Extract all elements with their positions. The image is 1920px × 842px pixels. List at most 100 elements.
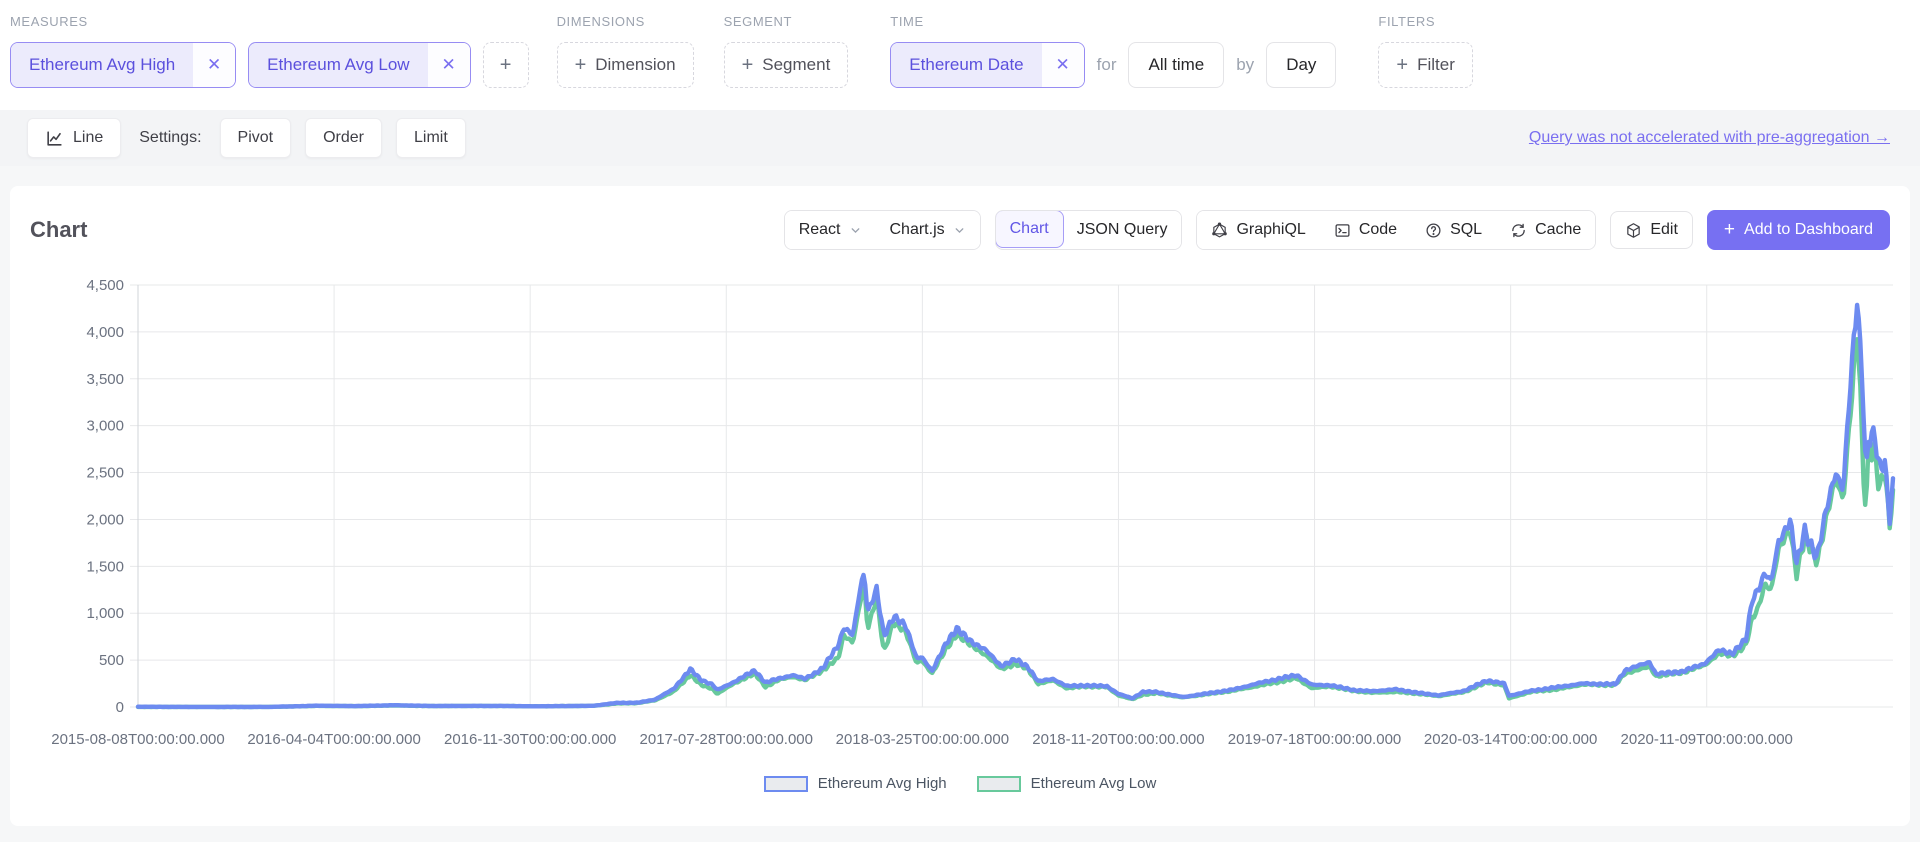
measure-chip-ethereum-avg-low[interactable]: Ethereum Avg Low ✕: [248, 42, 470, 88]
x-tick-label: 2018-03-25T00:00:00.000: [836, 731, 1009, 748]
add-filter-button[interactable]: + Filter: [1378, 42, 1472, 88]
legend-item-avg-low[interactable]: Ethereum Avg Low: [977, 775, 1157, 792]
x-tick-label: 2020-11-09T00:00:00.000: [1621, 731, 1793, 748]
dimensions-section: DIMENSIONS + Dimension: [557, 14, 694, 88]
limit-button[interactable]: Limit: [396, 118, 466, 158]
y-tick-label: 2,000: [86, 511, 124, 528]
cache-button[interactable]: Cache: [1496, 211, 1595, 249]
add-to-dashboard-button[interactable]: + Add to Dashboard: [1707, 210, 1890, 250]
add-dimension-button[interactable]: + Dimension: [557, 42, 694, 88]
legend-item-avg-high[interactable]: Ethereum Avg High: [764, 775, 947, 792]
date-range-button[interactable]: All time: [1128, 42, 1224, 88]
y-tick-label: 4,500: [86, 277, 124, 294]
x-tick-label: 2015-08-08T00:00:00.000: [51, 731, 224, 748]
line-chart-icon: [45, 129, 64, 148]
measure-chip-ethereum-avg-high[interactable]: Ethereum Avg High ✕: [10, 42, 236, 88]
y-tick-label: 3,500: [86, 371, 124, 388]
legend-label: Ethereum Avg Low: [1031, 775, 1157, 792]
segment-label: SEGMENT: [724, 14, 849, 29]
x-tick-label: 2016-11-30T00:00:00.000: [444, 731, 616, 748]
by-word: by: [1236, 55, 1254, 75]
x-tick-label: 2019-07-18T00:00:00.000: [1228, 731, 1401, 748]
sql-button[interactable]: SQL: [1411, 211, 1496, 249]
code-label: Code: [1359, 221, 1397, 239]
x-tick-label: 2016-04-04T00:00:00.000: [247, 731, 420, 748]
time-label: TIME: [890, 14, 1336, 29]
add-segment-label: Segment: [762, 55, 830, 75]
settings-label: Settings:: [139, 129, 201, 147]
series-line-avg-high: [138, 305, 1893, 707]
y-tick-label: 1,500: [86, 558, 124, 575]
measures-label: MEASURES: [10, 14, 529, 29]
time-section: TIME Ethereum Date ✕ for All time by Day: [890, 14, 1336, 88]
chevron-down-icon: [849, 224, 862, 237]
x-tick-label: 2018-11-20T00:00:00.000: [1032, 731, 1204, 748]
y-tick-label: 2,500: [86, 465, 124, 482]
x-tick-label: 2017-07-28T00:00:00.000: [640, 731, 813, 748]
granularity-button[interactable]: Day: [1266, 42, 1336, 88]
cube-icon: [1625, 222, 1642, 239]
preaggregation-link[interactable]: Query was not accelerated with pre-aggre…: [1529, 129, 1890, 147]
plus-icon: +: [1724, 219, 1735, 241]
refresh-icon: [1510, 222, 1527, 239]
remove-time-icon[interactable]: ✕: [1042, 43, 1084, 87]
plus-icon: +: [1396, 55, 1408, 75]
legend-swatch-avg-high: [764, 776, 808, 792]
code-button[interactable]: Code: [1320, 211, 1411, 249]
chart-body: 05001,0001,5002,0002,5003,0003,5004,0004…: [10, 264, 1910, 792]
pivot-button[interactable]: Pivot: [220, 118, 292, 158]
add-to-dashboard-label: Add to Dashboard: [1744, 221, 1873, 239]
tab-json-query[interactable]: JSON Query: [1063, 211, 1182, 249]
graphiql-button[interactable]: GraphiQL: [1197, 211, 1319, 249]
dimensions-label: DIMENSIONS: [557, 14, 694, 29]
y-tick-label: 1,000: [86, 605, 124, 622]
y-tick-label: 500: [99, 652, 124, 669]
chart-header: Chart React Chart.js Chart JSO: [10, 186, 1910, 264]
y-tick-label: 4,000: [86, 324, 124, 341]
add-measure-button[interactable]: +: [483, 42, 529, 88]
edit-label: Edit: [1650, 221, 1678, 239]
view-tabs-group: Chart JSON Query: [995, 210, 1183, 250]
plus-icon: +: [742, 55, 754, 75]
cache-label: Cache: [1535, 221, 1581, 239]
framework-select[interactable]: React: [785, 211, 876, 249]
legend-swatch-avg-low: [977, 776, 1021, 792]
remove-measure-icon[interactable]: ✕: [193, 43, 235, 87]
terminal-icon: [1334, 222, 1351, 239]
settings-bar: Line Settings: Pivot Order Limit Query w…: [0, 110, 1920, 166]
add-filter-label: Filter: [1417, 55, 1455, 75]
edit-button[interactable]: Edit: [1610, 211, 1693, 249]
measure-chip-label: Ethereum Avg Low: [249, 43, 427, 87]
framework-value: React: [799, 221, 841, 239]
framework-library-group: React Chart.js: [784, 210, 981, 250]
question-circle-icon: [1425, 222, 1442, 239]
sql-label: SQL: [1450, 221, 1482, 239]
chart-card: Chart React Chart.js Chart JSO: [10, 186, 1910, 826]
filters-label: FILTERS: [1378, 14, 1472, 29]
measure-chip-label: Ethereum Avg High: [11, 43, 193, 87]
chart-type-label: Line: [73, 129, 103, 147]
remove-measure-icon[interactable]: ✕: [428, 43, 470, 87]
chart-toolbar: React Chart.js Chart JSON Query: [784, 210, 1890, 250]
time-dimension-chip[interactable]: Ethereum Date ✕: [890, 42, 1084, 88]
legend-label: Ethereum Avg High: [818, 775, 947, 792]
graphql-icon: [1211, 222, 1228, 239]
time-chip-label: Ethereum Date: [891, 43, 1041, 87]
ethereum-price-line-chart: 05001,0001,5002,0002,5003,0003,5004,0004…: [10, 264, 1910, 764]
add-segment-button[interactable]: + Segment: [724, 42, 849, 88]
graphiql-label: GraphiQL: [1236, 221, 1305, 239]
series-line-avg-low: [138, 339, 1893, 707]
measures-section: MEASURES Ethereum Avg High ✕ Ethereum Av…: [10, 14, 529, 88]
chart-type-button[interactable]: Line: [27, 118, 121, 158]
plus-icon: +: [500, 55, 512, 75]
filters-section: FILTERS + Filter: [1378, 14, 1472, 88]
chevron-down-icon: [953, 224, 966, 237]
y-tick-label: 0: [116, 699, 124, 716]
for-word: for: [1097, 55, 1117, 75]
order-button[interactable]: Order: [305, 118, 382, 158]
library-value: Chart.js: [890, 221, 945, 239]
library-select[interactable]: Chart.js: [876, 211, 980, 249]
segment-section: SEGMENT + Segment: [724, 14, 849, 88]
tab-chart[interactable]: Chart: [995, 210, 1064, 248]
chart-title: Chart: [30, 217, 87, 243]
